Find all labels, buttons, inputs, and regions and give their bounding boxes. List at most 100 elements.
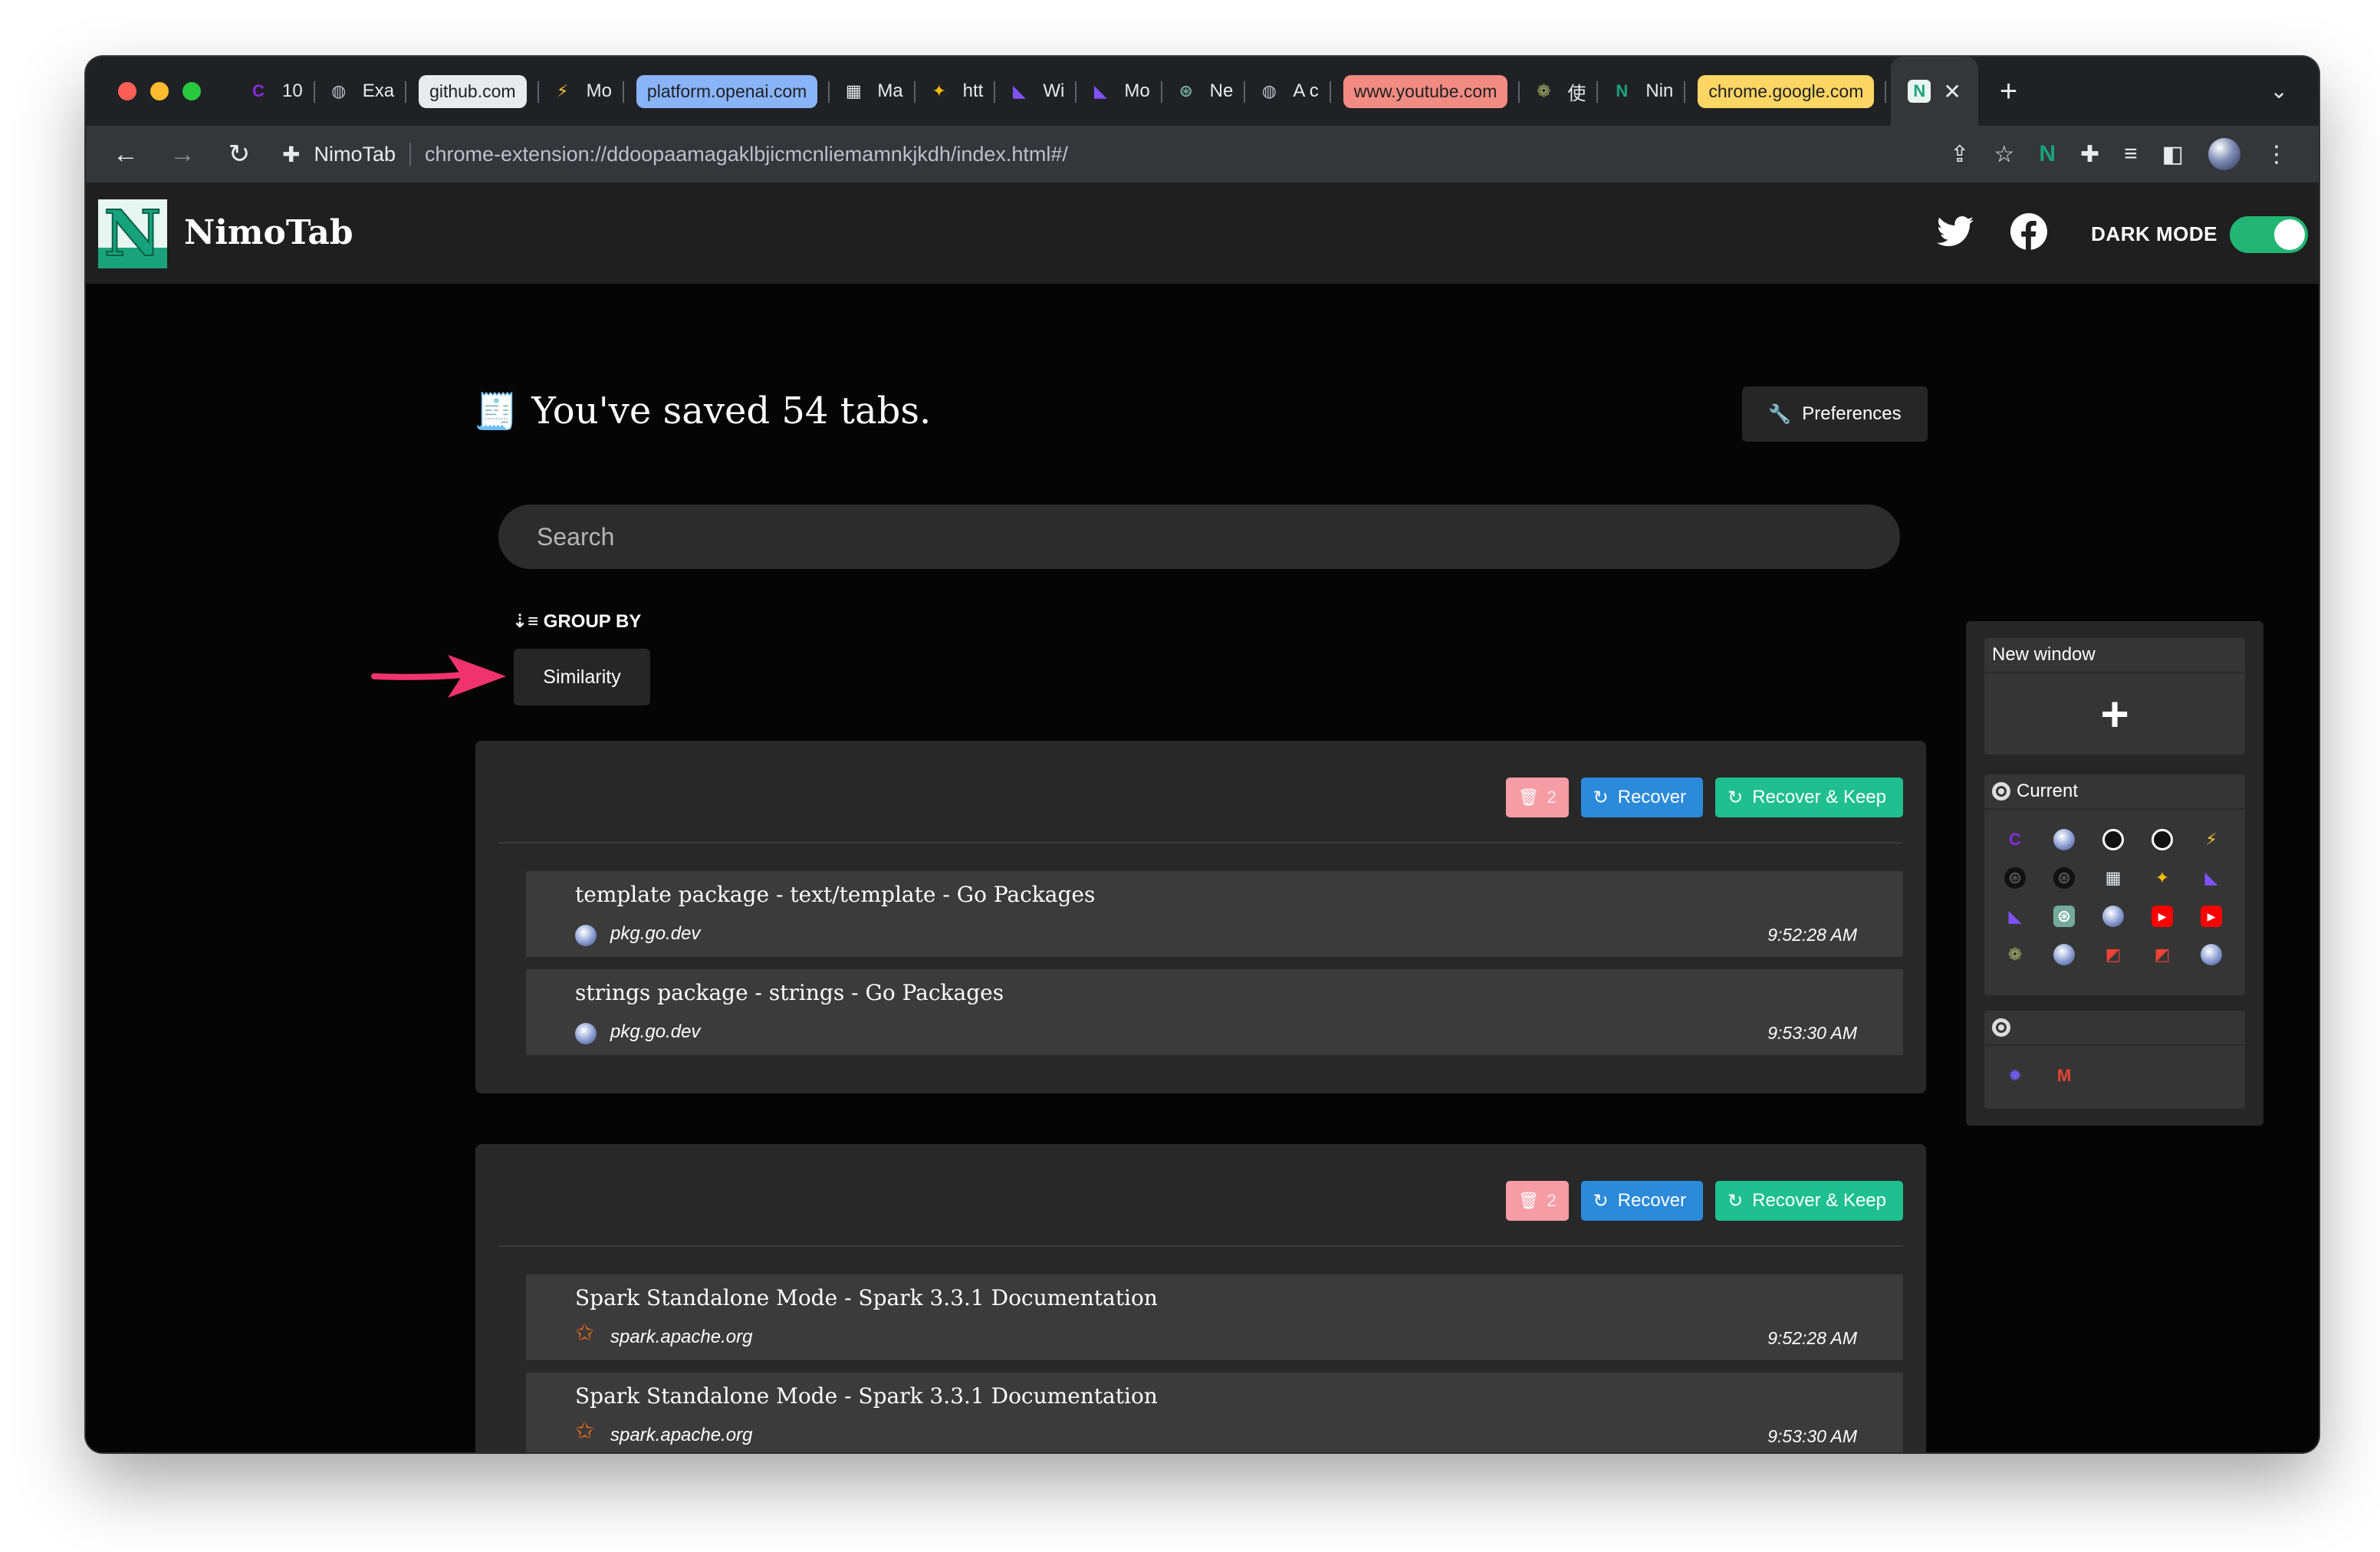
purple-c-icon[interactable]: C [1990, 827, 2040, 853]
group-divider [498, 1245, 1903, 1247]
nimotab-logo[interactable]: N [98, 199, 167, 268]
other-window-card[interactable]: ✹ M [1984, 1011, 2245, 1109]
tab-label: Exa [362, 81, 395, 101]
flower-icon[interactable]: ❁ [1990, 942, 2040, 968]
tab-group-label[interactable]: chrome.google.com [1698, 74, 1875, 108]
group-by-select[interactable]: Similarity [514, 649, 650, 705]
tab-label: 10 [282, 81, 303, 101]
kotlin-icon[interactable]: ◣ [2187, 865, 2236, 891]
forward-arrow-icon[interactable]: → [166, 140, 199, 169]
tab-group-label[interactable]: www.youtube.com [1343, 74, 1508, 108]
preferences-label: Preferences [1802, 403, 1902, 424]
tab-search-chevron-icon[interactable]: ⌄ [2270, 78, 2288, 104]
browser-tab[interactable]: github.com [406, 57, 539, 126]
recover-icon: ↻ [1727, 787, 1744, 808]
tab-timestamp: 9:52:28 AM [1767, 1328, 1857, 1348]
browser-tab[interactable]: N Nin [1598, 57, 1686, 126]
preferences-button[interactable]: 🔧 Preferences [1742, 386, 1928, 442]
facebook-icon[interactable] [2010, 213, 2047, 258]
grid-app-icon[interactable]: ▦ [2089, 865, 2138, 891]
tab-title[interactable]: Spark Standalone Mode - Spark 3.3.1 Docu… [575, 1383, 1158, 1409]
browser-tab[interactable]: ◣ Mo [1077, 57, 1163, 126]
recover-button[interactable]: ↻ Recover [1580, 1181, 1704, 1221]
youtube-icon[interactable]: ▶ [2187, 903, 2236, 929]
back-arrow-icon[interactable]: ← [109, 140, 143, 169]
nimotab-extension-icon[interactable]: N [2039, 141, 2056, 167]
kotlin-icon[interactable]: ◣ [1990, 903, 2040, 929]
openai-icon[interactable]: ⊛ [2040, 903, 2089, 929]
recover-keep-button[interactable]: ↻ Recover & Keep [1715, 778, 1903, 817]
receipt-icon: 🧾 [474, 390, 518, 432]
page-title: 🧾 You've saved 54 tabs. [474, 390, 931, 432]
chrome-store-icon[interactable]: ◩ [2089, 942, 2138, 968]
browser-tab[interactable]: www.youtube.com [1331, 57, 1520, 126]
globe-icon[interactable] [2040, 827, 2089, 853]
delete-group-button[interactable]: 🗑 2 [1505, 1181, 1569, 1221]
saved-tab-item[interactable]: strings package - strings - Go Packages … [526, 969, 1903, 1055]
extensions-puzzle-icon[interactable]: ✚ [2080, 141, 2099, 168]
twitter-icon[interactable] [1937, 216, 1974, 255]
delete-group-button[interactable]: 🗑 2 [1505, 778, 1569, 817]
browser-tab[interactable]: ❁ 使 [1520, 57, 1599, 126]
plus-icon[interactable]: + [1984, 673, 2245, 755]
browser-tab[interactable]: ⊛ Ne [1162, 57, 1246, 126]
new-window-card[interactable]: New window + [1984, 638, 2245, 755]
dark-mode-toggle[interactable] [2230, 216, 2308, 253]
sparkle-icon[interactable]: ✦ [2138, 865, 2187, 891]
sun-gear-icon[interactable]: ✹ [1990, 1063, 2040, 1089]
chrome-store-icon[interactable]: ◩ [2138, 942, 2187, 968]
profile-avatar[interactable] [2208, 138, 2240, 170]
kebab-menu-icon[interactable]: ⋮ [2265, 141, 2288, 168]
brand-name[interactable]: NimoTab [184, 213, 353, 252]
tab-title[interactable]: Spark Standalone Mode - Spark 3.3.1 Docu… [575, 1285, 1158, 1310]
reload-icon[interactable]: ↻ [222, 139, 256, 169]
search-input[interactable]: Search [498, 505, 1900, 569]
browser-tab[interactable]: ◣ Wi [995, 57, 1077, 126]
tab-group-label[interactable]: platform.openai.com [636, 74, 818, 108]
reading-list-icon[interactable]: ≡ [2124, 141, 2138, 167]
openai-icon[interactable]: ⊛ [2040, 865, 2089, 891]
browser-tab[interactable]: ⚡ Mo [539, 57, 625, 126]
bolt-icon[interactable]: ⚡ [2187, 827, 2236, 853]
globe-icon[interactable] [2089, 903, 2138, 929]
globe-icon[interactable] [2040, 942, 2089, 968]
kotlin-icon: ◣ [1012, 81, 1026, 100]
browser-tab[interactable]: platform.openai.com [624, 57, 830, 126]
tab-active-nimotab[interactable]: N ✕ [1891, 57, 1978, 126]
side-panel-icon[interactable]: ◧ [2162, 141, 2184, 168]
globe-icon[interactable] [2187, 942, 2236, 968]
browser-tab[interactable]: ✦ htt [916, 57, 996, 126]
current-window-card[interactable]: Current C ⚡ ⊛ ⊛ ▦ ✦ ◣ ◣ ⊛ ▶ ▶ ❁ ◩ ◩ [1984, 774, 2245, 995]
saved-tab-item[interactable]: Spark Standalone Mode - Spark 3.3.1 Docu… [526, 1373, 1903, 1452]
youtube-icon[interactable]: ▶ [2138, 903, 2187, 929]
browser-tab[interactable]: ◍ Exa [315, 57, 407, 126]
maximize-window-button[interactable] [182, 82, 201, 100]
browser-tab[interactable]: chrome.google.com [1685, 57, 1887, 126]
new-tab-button[interactable]: + [2000, 74, 2017, 109]
recover-keep-button[interactable]: ↻ Recover & Keep [1715, 1181, 1903, 1221]
gmail-icon[interactable]: M [2040, 1063, 2089, 1089]
tab-title[interactable]: strings package - strings - Go Packages [575, 980, 1004, 1005]
address-bar[interactable]: ✚ NimoTab chrome-extension://ddoopaamaga… [282, 133, 1950, 176]
saved-tab-item[interactable]: Spark Standalone Mode - Spark 3.3.1 Docu… [526, 1274, 1903, 1360]
browser-tab[interactable]: C 10 [235, 57, 315, 126]
share-icon[interactable]: ⇪ [1950, 141, 1969, 168]
github-icon[interactable] [2089, 827, 2138, 853]
close-window-button[interactable] [118, 82, 136, 100]
openai-icon[interactable]: ⊛ [1990, 865, 2040, 891]
minimize-window-button[interactable] [150, 82, 169, 100]
tab-group-label[interactable]: github.com [419, 74, 527, 108]
browser-tab[interactable]: ▦ Ma [830, 57, 916, 126]
tab-group: 🗑 2 ↻ Recover ↻ Recover & Keep Spark Sta… [475, 1144, 1926, 1452]
tab-close-icon[interactable]: ✕ [1943, 79, 1961, 104]
bookmark-star-icon[interactable]: ☆ [1994, 141, 2014, 168]
tab-title[interactable]: template package - text/template - Go Pa… [575, 882, 1095, 907]
browser-tab[interactable]: ◍ A c [1245, 57, 1332, 126]
browser-window: C 10 ◍ Exa github.com ⚡ Mo platform.openai.com ▦… [86, 57, 2319, 1452]
saved-tab-item[interactable]: template package - text/template - Go Pa… [526, 871, 1903, 957]
address-url[interactable]: chrome-extension://ddoopaamagaklbjicmcnl… [425, 143, 1068, 166]
github-icon[interactable] [2138, 827, 2187, 853]
recover-icon: ↻ [1593, 1190, 1609, 1212]
tab-label: Mo [586, 81, 612, 101]
recover-button[interactable]: ↻ Recover [1580, 778, 1704, 817]
